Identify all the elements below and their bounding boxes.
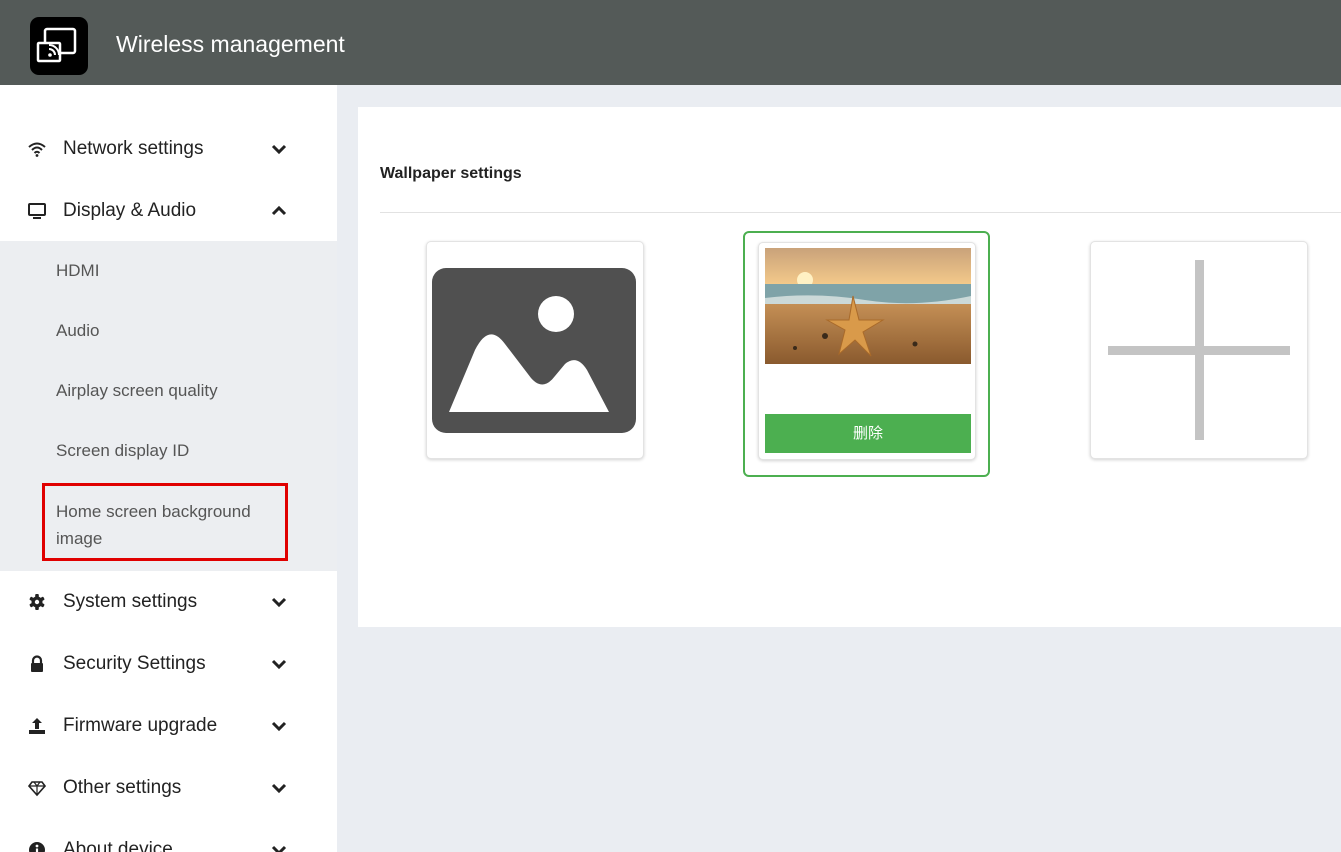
chevron-down-icon [271, 144, 287, 155]
chevron-down-icon [271, 659, 287, 670]
sidebar-item-security-settings[interactable]: Security Settings [0, 633, 337, 695]
chevron-down-icon [271, 845, 287, 852]
app-header: Wireless management [0, 0, 1341, 85]
sidebar-item-label: Display & Audio [63, 200, 197, 221]
sidebar-item-system-settings[interactable]: System settings [0, 571, 337, 633]
sidebar-item-label: Network settings [63, 138, 204, 159]
sidebar-item-label: System settings [63, 591, 198, 612]
sidebar-item-about-device[interactable]: About device [0, 819, 337, 852]
sidebar-item-other-settings[interactable]: Other settings [0, 757, 337, 819]
panel-divider [380, 212, 1341, 213]
plus-icon [1108, 260, 1290, 440]
beach-starfish-photo [765, 248, 971, 364]
wallpaper-settings-panel: Wallpaper settings 删除 [358, 107, 1341, 627]
sidebar-subitem-label: Airplay screen quality [56, 381, 218, 400]
sidebar-subitem-audio[interactable]: Audio [0, 301, 337, 361]
chevron-down-icon [271, 597, 287, 608]
app-title: Wireless management [116, 31, 345, 57]
screen-cast-icon [30, 17, 88, 75]
delete-wallpaper-button[interactable]: 删除 [765, 414, 971, 453]
sidebar-subitem-label: HDMI [56, 261, 100, 280]
main-content: Wallpaper settings 删除 [337, 85, 1341, 852]
sidebar-subitem-label: Audio [56, 321, 100, 340]
add-wallpaper-card[interactable] [1090, 241, 1308, 459]
upload-icon [29, 718, 45, 734]
sidebar-item-label: Security Settings [63, 653, 206, 674]
sidebar-subitem-airplay-quality[interactable]: Airplay screen quality [0, 361, 337, 421]
sidebar-item-display-audio[interactable]: Display & Audio [0, 180, 337, 242]
gear-icon [29, 594, 45, 610]
wallpaper-card-selected-frame[interactable]: 删除 [743, 231, 990, 477]
sidebar-subitem-hdmi[interactable]: HDMI [0, 241, 337, 301]
sidebar-item-label: Firmware upgrade [63, 715, 218, 736]
chevron-up-icon [271, 205, 287, 216]
sidebar-item-firmware-upgrade[interactable]: Firmware upgrade [0, 695, 337, 757]
active-item-highlight [42, 483, 288, 561]
sidebar-item-label: Other settings [63, 777, 182, 798]
image-placeholder-icon [432, 268, 636, 433]
info-icon [29, 842, 45, 852]
wallpaper-card-default[interactable] [426, 241, 644, 459]
sidebar-subitem-label: Screen display ID [56, 441, 190, 460]
sidebar-subitem-screen-display-id[interactable]: Screen display ID [0, 421, 337, 481]
lock-icon [31, 655, 43, 672]
chevron-down-icon [271, 721, 287, 732]
sidebar: Network settings Display & Audio HDMI Au… [0, 85, 337, 852]
chevron-down-icon [271, 783, 287, 794]
sidebar-item-network-settings[interactable]: Network settings [0, 118, 337, 180]
panel-title: Wallpaper settings [380, 165, 522, 182]
sidebar-item-label: About device [63, 839, 173, 852]
diamond-icon [28, 781, 46, 797]
monitor-icon [28, 203, 46, 219]
wifi-icon [28, 142, 46, 157]
